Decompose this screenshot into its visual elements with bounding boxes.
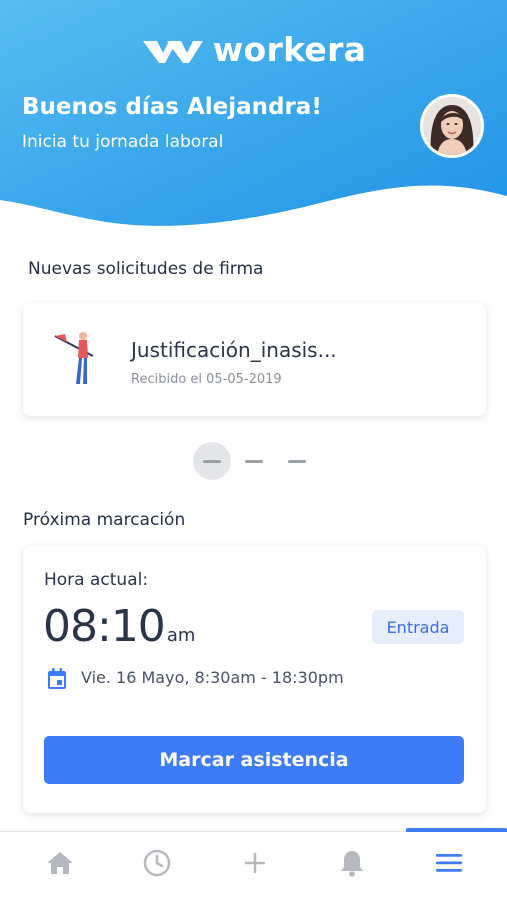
menu-icon [436,854,462,872]
greeting-subtitle: Inicia tu jornada laboral [22,132,224,152]
nav-item-notifications[interactable] [337,848,367,878]
nav-item-menu[interactable] [434,848,464,878]
avatar[interactable] [420,94,484,158]
document-illustration-icon [54,332,94,384]
document-received-date: Recibido el 05-05-2019 [131,372,282,387]
nav-item-home[interactable] [45,848,75,878]
avatar-photo-icon [423,97,481,155]
header: workera Buenos días Alejandra! Inicia tu… [0,0,507,235]
current-time: 08:10 am [43,601,195,652]
document-name: Justificación_inasis... [131,338,337,362]
plus-icon [244,852,266,874]
pagination-dash-1 [203,460,221,463]
logo-text: workera [212,30,367,69]
mark-attendance-button[interactable]: Marcar asistencia [44,736,464,784]
app-logo: workera [0,30,507,69]
clock-icon [143,849,171,877]
bell-icon [341,851,363,877]
pagination-dash-3[interactable] [288,460,306,463]
nav-item-history[interactable] [142,848,172,878]
next-clock-title: Próxima marcación [23,510,186,530]
nav-item-add[interactable] [240,848,270,878]
nav-active-indicator [406,828,507,832]
shift-schedule: Vie. 16 Mayo, 8:30am - 18:30pm [81,668,344,687]
greeting-title: Buenos días Alejandra! [22,94,322,120]
home-icon [47,852,73,874]
bottom-navigation [0,828,507,901]
calendar-icon [48,668,66,689]
current-time-label: Hora actual: [44,570,149,590]
signature-requests-title: Nuevas solicitudes de firma [28,259,264,279]
current-time-value: 08:10 [43,601,166,652]
signature-request-card[interactable]: Justificación_inasis... Recibido el 05-0… [23,303,486,416]
clock-in-card: Hora actual: 08:10 am Entrada Vie. 16 May… [23,546,486,813]
current-time-period: am [166,625,196,646]
pagination-dash-2[interactable] [245,460,263,463]
logo-mark-icon [142,40,203,63]
carousel-pagination [193,442,313,480]
clock-type-badge: Entrada [372,610,464,644]
